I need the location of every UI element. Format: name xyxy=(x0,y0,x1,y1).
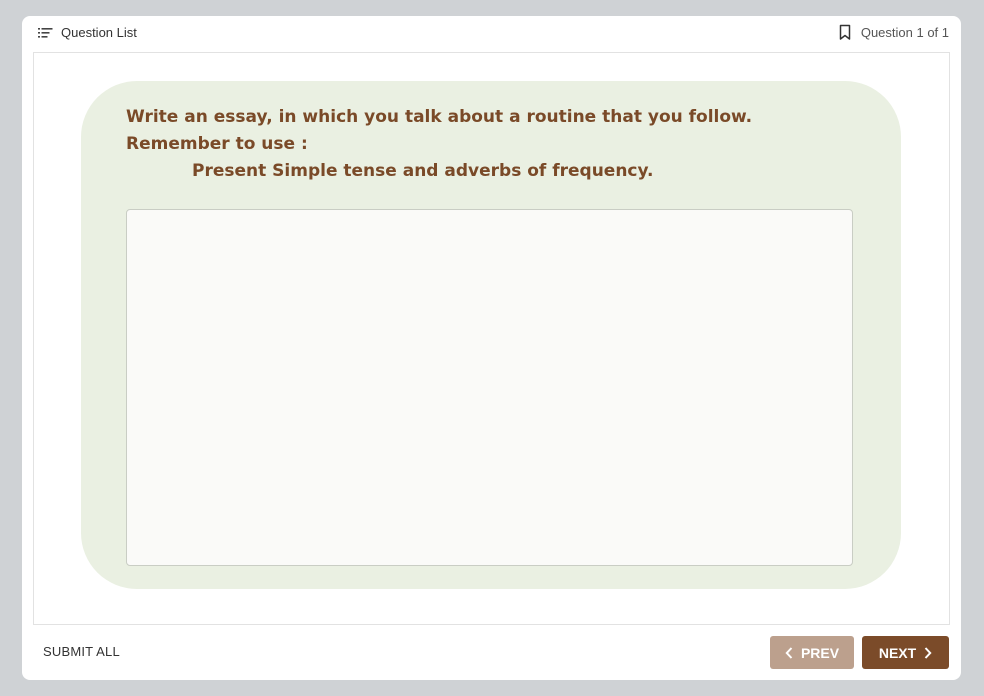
question-counter-text: Question 1 of 1 xyxy=(860,25,949,40)
prompt-line-2: Remember to use : xyxy=(126,134,308,154)
next-button-label: NEXT xyxy=(878,644,917,661)
question-card: Write an essay, in which you talk about … xyxy=(81,81,901,589)
prompt-line-1: Write an essay, in which you talk about … xyxy=(126,107,753,127)
list-icon xyxy=(38,27,53,38)
top-bar: Question List Question 1 of 1 xyxy=(22,16,961,52)
next-button[interactable]: NEXT xyxy=(862,636,949,669)
quiz-frame: Question List Question 1 of 1 Write an e… xyxy=(22,16,961,680)
question-prompt: Write an essay, in which you talk about … xyxy=(126,104,752,185)
prev-button[interactable]: PREV xyxy=(770,636,854,669)
essay-answer-input[interactable] xyxy=(126,209,853,566)
prompt-line-3: Present Simple tense and adverbs of freq… xyxy=(192,161,654,181)
question-list-label: Question List xyxy=(61,25,137,40)
submit-all-button[interactable]: SUBMIT ALL xyxy=(43,644,120,659)
question-list-button[interactable]: Question List xyxy=(38,25,137,40)
prev-button-label: PREV xyxy=(800,644,840,661)
chevron-left-icon xyxy=(785,646,793,659)
bookmark-icon[interactable] xyxy=(839,24,851,41)
chevron-right-icon xyxy=(924,646,932,659)
question-counter: Question 1 of 1 xyxy=(839,24,949,41)
question-content-area: Write an essay, in which you talk about … xyxy=(33,52,950,625)
